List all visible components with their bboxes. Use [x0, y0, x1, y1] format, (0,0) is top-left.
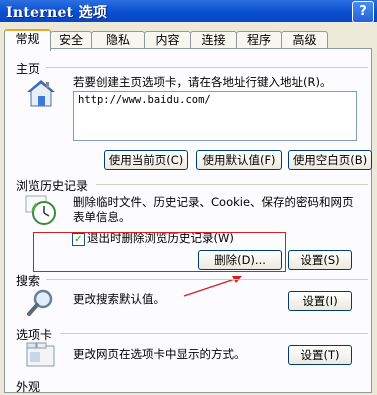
title-bar: Internet 选项 ?	[0, 0, 377, 23]
tab-security[interactable]: 安全	[50, 31, 92, 49]
tab-general[interactable]: 常规	[4, 29, 51, 51]
history-section-title: 浏览历史记录	[16, 179, 89, 193]
tab-content[interactable]: 内容	[144, 31, 191, 49]
use-default-button[interactable]: 使用默认值(F)	[196, 150, 282, 170]
use-current-button[interactable]: 使用当前页(C)	[104, 150, 188, 170]
delete-history-button[interactable]: 删除(D)...	[198, 250, 282, 270]
red-arrow-annotation	[183, 276, 242, 297]
history-settings-button[interactable]: 设置(S)	[288, 250, 352, 270]
tabs-window-icon	[26, 342, 56, 368]
use-blank-button[interactable]: 使用空白页(B)	[288, 150, 372, 170]
search-section-title: 搜索	[16, 274, 41, 288]
history-description-line2: 表单信息。	[73, 210, 131, 224]
tab-programs[interactable]: 程序	[236, 31, 282, 49]
tabs-divider	[60, 333, 368, 334]
tab-advanced[interactable]: 高级	[281, 31, 328, 49]
search-divider	[46, 279, 368, 280]
homepage-section-title: 主页	[16, 62, 41, 76]
help-button[interactable]: ?	[352, 1, 374, 23]
homepage-divider	[46, 67, 368, 68]
magnifier-icon	[26, 288, 56, 318]
search-description: 更改搜索默认值。	[73, 292, 165, 306]
history-clock-icon	[24, 194, 58, 226]
house-icon	[24, 76, 58, 110]
homepage-address-field[interactable]: http://www.baidu.com/	[73, 91, 357, 141]
homepage-instruction: 若要创建主页选项卡，请在各地址行键入地址(R)。	[73, 75, 332, 89]
tabs-description: 更改网页在选项卡中显示的方式。	[73, 347, 246, 361]
window-title: Internet 选项	[6, 5, 108, 21]
search-settings-button[interactable]: 设置(I)	[288, 291, 352, 311]
history-divider	[96, 184, 368, 185]
history-description-line1: 删除临时文件、历史记录、Cookie、保存的密码和网页	[73, 195, 354, 209]
tabs-section-title: 选项卡	[16, 328, 53, 342]
tabs-settings-button[interactable]: 设置(T)	[288, 345, 352, 365]
tab-privacy[interactable]: 隐私	[91, 31, 145, 49]
tab-connections[interactable]: 连接	[190, 31, 237, 49]
